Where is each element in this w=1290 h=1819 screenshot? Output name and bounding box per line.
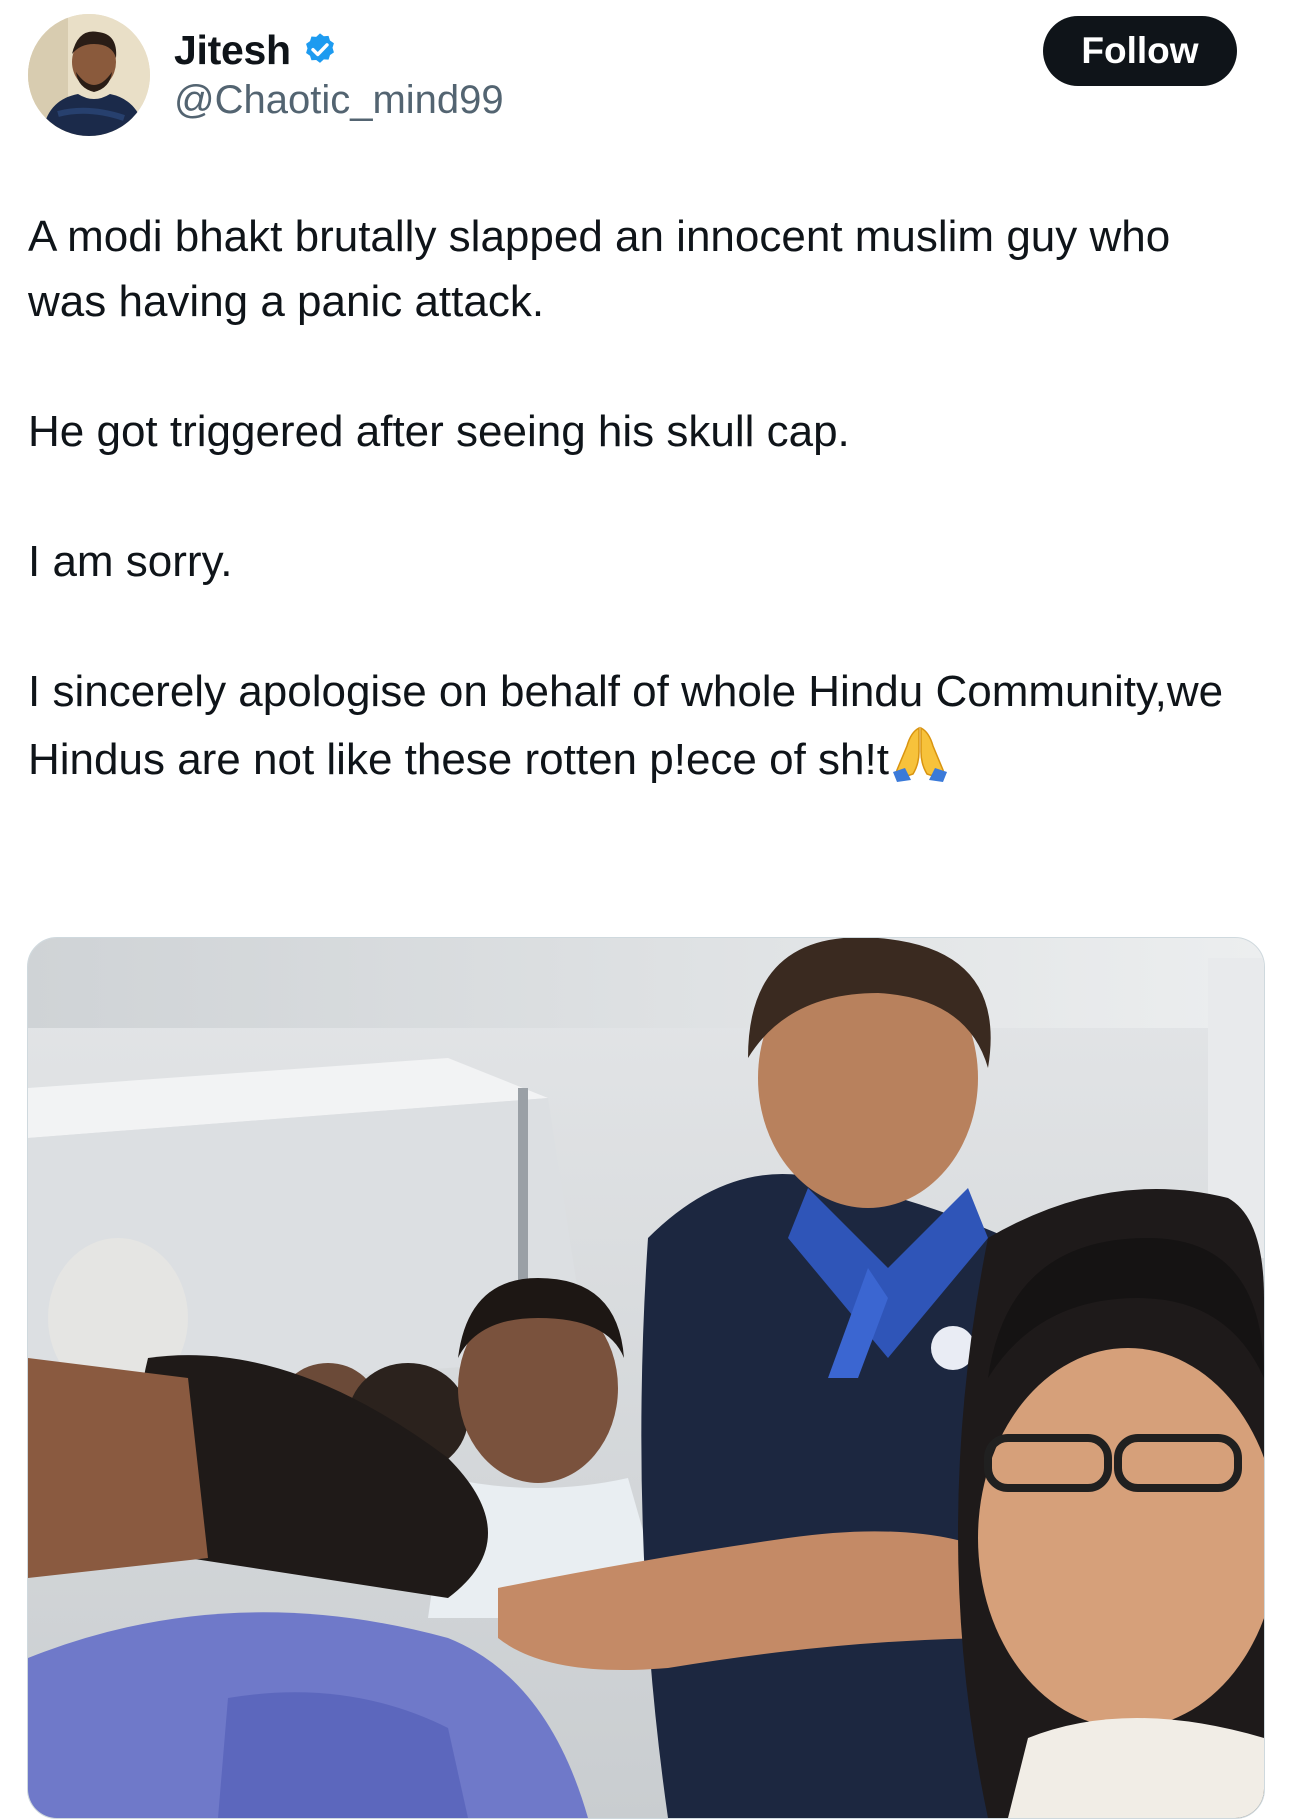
video-still-image [28,938,1264,1818]
tweet-media[interactable] [27,937,1265,1819]
tweet-header: Jitesh @Chaotic_mind99 Follow [0,0,1290,160]
avatar-image [28,14,150,136]
display-name[interactable]: Jitesh [174,27,291,74]
tweet-paragraph-text: I sincerely apologise on behalf of whole… [28,667,1224,784]
avatar[interactable] [28,14,150,136]
verified-badge-icon [305,33,334,63]
tweet-paragraph: A modi bhakt brutally slapped an innocen… [28,212,1171,326]
author-handle[interactable]: @Chaotic_mind99 [174,78,504,123]
name-row: Jitesh [174,24,339,76]
tweet-paragraph: He got triggered after seeing his skull … [28,407,850,456]
tweet-text: A modi bhakt brutally slapped an innocen… [28,204,1238,792]
tweet-paragraph: I am sorry. [28,537,233,586]
follow-button[interactable]: Follow [1043,16,1237,86]
tweet-paragraph-last: I sincerely apologise on behalf of whole… [28,659,1238,792]
folded-hands-emoji [892,726,947,782]
